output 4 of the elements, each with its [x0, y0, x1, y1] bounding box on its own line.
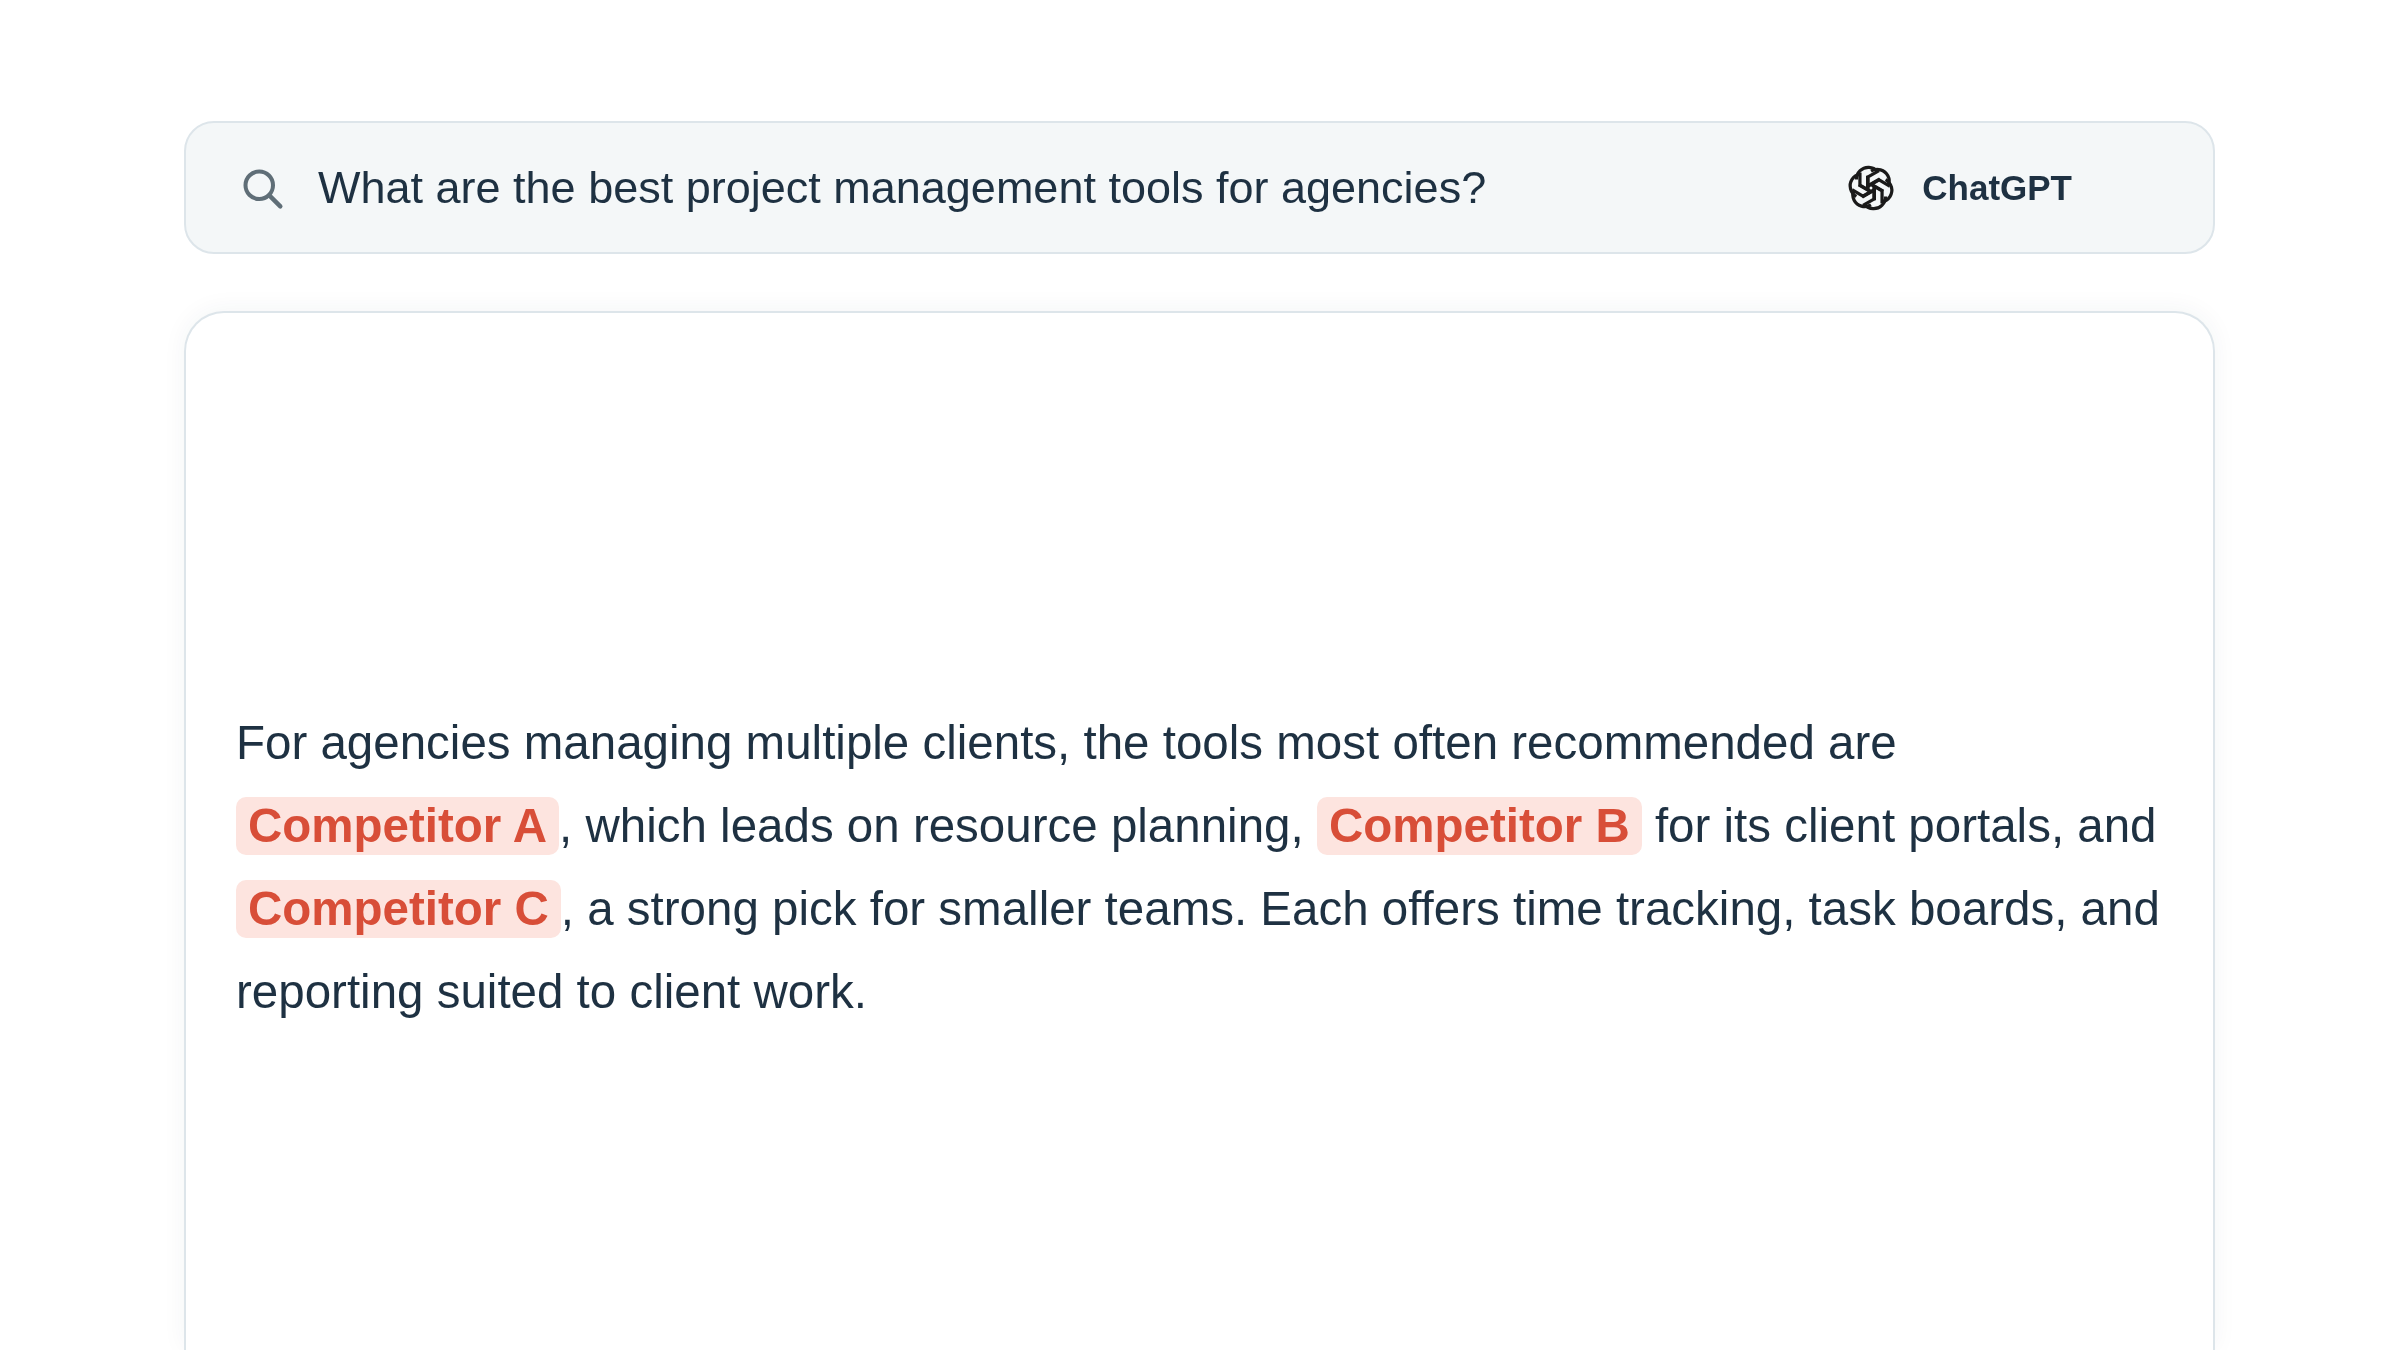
engine-label: ChatGPT	[1922, 167, 2072, 208]
search-bar[interactable]: What are the best project management tools for agencies? ChatGPT	[184, 121, 2215, 254]
search-input[interactable]: What are the best project management tools for agencies?	[318, 157, 1805, 218]
answer-paragraph: For agencies managing multiple clients, the tools most often recommended are Competitor A , which leads on resource planning, Competitor B for its client portals, and Competitor C , a strong pick for smaller teams. Each offers time tracking, task boards, and reporting suited to client work.	[236, 715, 2161, 1020]
